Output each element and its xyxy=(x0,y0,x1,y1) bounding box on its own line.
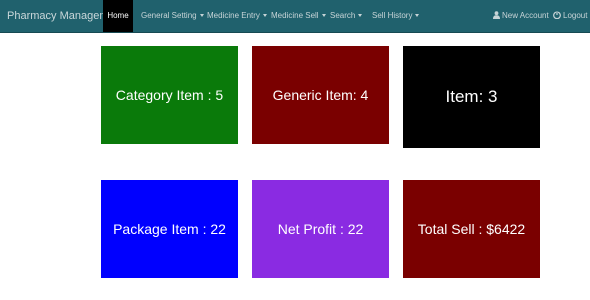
net-profit-tile[interactable]: Net Profit : 22 xyxy=(252,180,389,278)
caret-down-icon xyxy=(262,14,267,18)
item-label: Item: 3 xyxy=(445,87,498,106)
nav-general-setting-label: General Setting xyxy=(141,11,197,20)
caret-down-icon xyxy=(415,14,420,18)
nav-new-account[interactable]: New Account xyxy=(493,0,549,32)
nav-medicine-sell-label: Medicine Sell xyxy=(271,11,319,20)
net-profit-label: Net Profit : 22 xyxy=(277,221,364,237)
nav-general-setting[interactable]: General Setting xyxy=(141,0,204,32)
nav-home[interactable]: Home xyxy=(103,0,133,32)
generic-item-tile[interactable]: Generic Item: 4 xyxy=(252,46,389,144)
total-sell-tile[interactable]: Total Sell : $6422 xyxy=(403,180,540,278)
nav-search[interactable]: Search xyxy=(330,0,363,32)
package-item-label: Package Item : 22 xyxy=(113,221,226,237)
category-item-label: Category Item : 5 xyxy=(115,87,224,103)
top-navbar: Pharmacy Management Home General Setting… xyxy=(0,0,590,33)
generic-item-label: Generic Item: 4 xyxy=(272,87,369,103)
nav-new-account-label: New Account xyxy=(502,11,549,20)
user-icon xyxy=(493,11,500,19)
nav-logout[interactable]: Logout xyxy=(553,0,587,32)
caret-down-icon xyxy=(321,14,326,18)
nav-sell-history-label: Sell History xyxy=(372,11,413,20)
nav-medicine-entry-label: Medicine Entry xyxy=(207,11,260,20)
nav-medicine-entry[interactable]: Medicine Entry xyxy=(207,0,267,32)
nav-medicine-sell[interactable]: Medicine Sell xyxy=(271,0,326,32)
category-item-tile[interactable]: Category Item : 5 xyxy=(101,46,238,144)
nav-sell-history[interactable]: Sell History xyxy=(372,0,420,32)
caret-down-icon xyxy=(358,14,363,18)
nav-home-label: Home xyxy=(107,11,129,20)
logout-icon xyxy=(553,11,561,19)
caret-down-icon xyxy=(199,14,204,18)
total-sell-label: Total Sell : $6422 xyxy=(417,221,526,237)
nav-search-label: Search xyxy=(330,11,356,20)
item-tile[interactable]: Item: 3 xyxy=(403,46,540,148)
package-item-tile[interactable]: Package Item : 22 xyxy=(101,180,238,278)
nav-logout-label: Logout xyxy=(563,11,588,20)
